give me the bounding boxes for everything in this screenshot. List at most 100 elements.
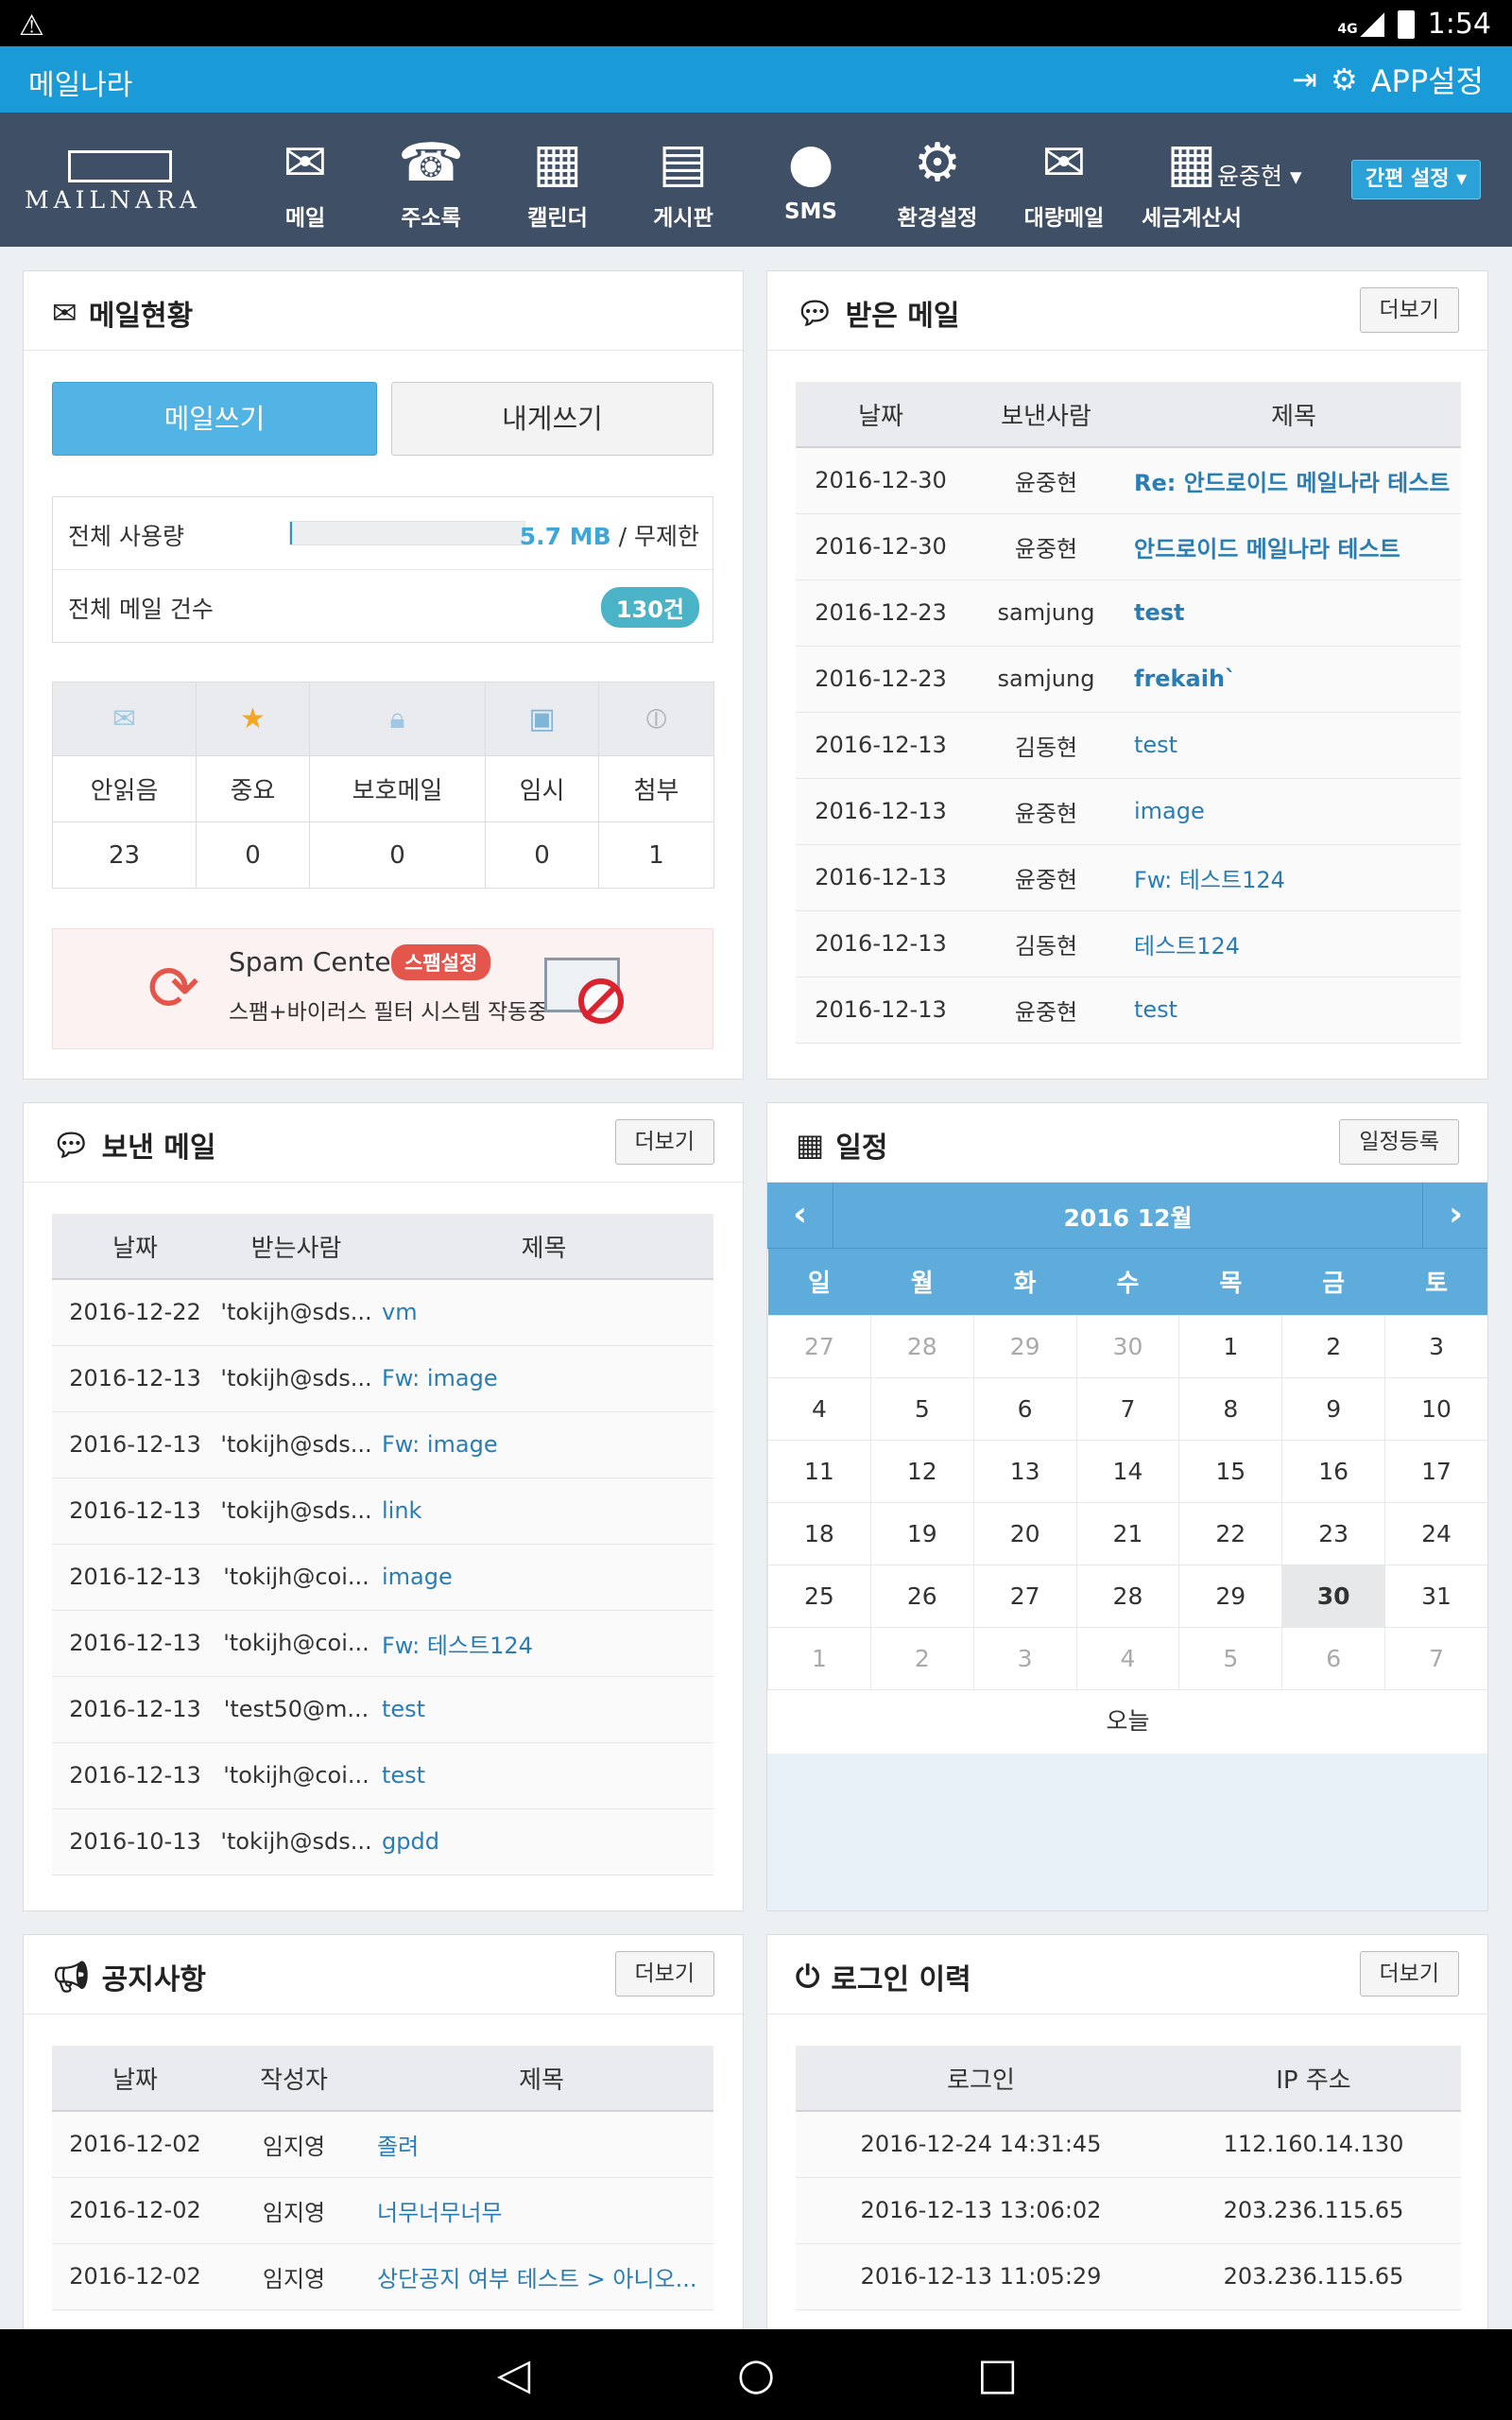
sent-row[interactable]: 2016-12-13'test50@m... test: [52, 1676, 713, 1743]
login-row[interactable]: 2016-12-13 13:06:02 203.236.115.65: [796, 2177, 1461, 2244]
gear-icon[interactable]: ⚙: [1331, 61, 1358, 97]
sent-cell-subject[interactable]: image: [374, 1544, 713, 1611]
calendar-day[interactable]: 11: [767, 1439, 871, 1503]
inbox-row[interactable]: 2016-12-13 윤중현 test: [796, 977, 1461, 1044]
sent-row[interactable]: 2016-12-13'tokijh@coi... image: [52, 1544, 713, 1611]
inbox-cell-subject[interactable]: Fw: 테스트124: [1126, 844, 1461, 911]
sent-cell-subject[interactable]: Fw: 테스트124: [374, 1610, 713, 1677]
today-button[interactable]: 오늘: [767, 1689, 1487, 1754]
quick-settings-button[interactable]: 간편 설정 ▾: [1351, 160, 1481, 199]
back-icon[interactable]: ◁: [497, 2348, 530, 2399]
inbox-row[interactable]: 2016-12-23 samjung test: [796, 579, 1461, 647]
lock-icon[interactable]: 🔒︎: [309, 682, 486, 756]
login-row[interactable]: 2016-12-24 14:31:45 112.160.14.130: [796, 2111, 1461, 2178]
notice-row[interactable]: 2016-12-02 임지영 너무너무너무: [52, 2177, 713, 2244]
sent-cell-subject[interactable]: vm: [374, 1279, 713, 1346]
calendar-day[interactable]: 29: [972, 1314, 1077, 1378]
inbox-cell-subject[interactable]: test: [1126, 712, 1461, 779]
sent-row[interactable]: 2016-12-13'tokijh@coi... test: [52, 1742, 713, 1809]
inbox-row[interactable]: 2016-12-13 김동현 test: [796, 712, 1461, 779]
calendar-day[interactable]: 5: [1178, 1626, 1283, 1690]
login-more-button[interactable]: 더보기: [1359, 1951, 1459, 1996]
inbox-cell-subject[interactable]: Re: 안드로이드 메일나라 테스트: [1126, 447, 1461, 514]
inbox-cell-subject[interactable]: test: [1126, 579, 1461, 647]
calendar-day[interactable]: 23: [1281, 1501, 1386, 1565]
calendar-day[interactable]: 28: [1075, 1564, 1180, 1628]
protected-count[interactable]: 0: [309, 821, 486, 889]
inbox-row[interactable]: 2016-12-13 김동현 테스트124: [796, 910, 1461, 977]
sent-cell-subject[interactable]: test: [374, 1676, 713, 1743]
sent-row[interactable]: 2016-10-13'tokijh@sds... gpdd: [52, 1808, 713, 1876]
nav-mail[interactable]: ✉ 메일: [244, 133, 367, 232]
add-schedule-button[interactable]: 일정등록: [1339, 1119, 1459, 1165]
calendar-day[interactable]: 13: [972, 1439, 1077, 1503]
draft-count[interactable]: 0: [485, 821, 599, 889]
inbox-cell-subject[interactable]: 테스트124: [1126, 910, 1461, 977]
user-menu[interactable]: 윤중현 ▾: [1217, 158, 1302, 192]
calendar-day[interactable]: 6: [972, 1376, 1077, 1441]
sent-cell-subject[interactable]: test: [374, 1742, 713, 1809]
sent-cell-subject[interactable]: gpdd: [374, 1808, 713, 1876]
sent-cell-subject[interactable]: Fw: image: [374, 1345, 713, 1412]
calendar-day[interactable]: 1: [1178, 1314, 1283, 1378]
calendar-day[interactable]: 7: [1075, 1376, 1180, 1441]
calendar-day-today[interactable]: 30: [1281, 1564, 1386, 1628]
inbox-cell-subject[interactable]: image: [1126, 778, 1461, 845]
sent-row[interactable]: 2016-12-13'tokijh@sds... Fw: image: [52, 1411, 713, 1478]
calendar-day[interactable]: 20: [972, 1501, 1077, 1565]
calendar-day[interactable]: 1: [767, 1626, 871, 1690]
calendar-day[interactable]: 19: [869, 1501, 974, 1565]
inbox-row[interactable]: 2016-12-30 윤중현 Re: 안드로이드 메일나라 테스트: [796, 447, 1461, 514]
calendar-day[interactable]: 7: [1384, 1626, 1487, 1690]
calendar-day[interactable]: 3: [1384, 1314, 1487, 1378]
inbox-row[interactable]: 2016-12-30 윤중현 안드로이드 메일나라 테스트: [796, 513, 1461, 580]
write-to-self-button[interactable]: 내게쓰기: [391, 382, 713, 456]
inbox-row[interactable]: 2016-12-13 윤중현 Fw: 테스트124: [796, 844, 1461, 911]
calendar-day[interactable]: 2: [1281, 1314, 1386, 1378]
calendar-day[interactable]: 25: [767, 1564, 871, 1628]
compose-button[interactable]: 메일쓰기: [52, 382, 377, 456]
logout-icon[interactable]: ⇥: [1292, 61, 1317, 97]
unread-envelope-icon[interactable]: ✉: [52, 682, 197, 756]
calendar-day[interactable]: 22: [1178, 1501, 1283, 1565]
notice-cell-subject[interactable]: 상단공지 여부 테스트 > 아니오...: [369, 2243, 713, 2310]
calendar-day[interactable]: 29: [1178, 1564, 1283, 1628]
notice-row[interactable]: 2016-12-02 임지영 졸려: [52, 2111, 713, 2178]
login-row[interactable]: 2016-12-13 11:05:29 203.236.115.65: [796, 2243, 1461, 2310]
important-count[interactable]: 0: [196, 821, 310, 889]
calendar-day[interactable]: 4: [1075, 1626, 1180, 1690]
spam-settings-button[interactable]: 스팸설정: [391, 944, 491, 980]
sent-row[interactable]: 2016-12-22'tokijh@sds... vm: [52, 1279, 713, 1346]
sent-row[interactable]: 2016-12-13'tokijh@sds... Fw: image: [52, 1345, 713, 1412]
calendar-day[interactable]: 9: [1281, 1376, 1386, 1441]
calendar-day[interactable]: 28: [869, 1314, 974, 1378]
nav-settings[interactable]: ⚙ 환경설정: [876, 133, 999, 232]
calendar-day[interactable]: 4: [767, 1376, 871, 1441]
home-icon[interactable]: ○: [737, 2348, 775, 2399]
calendar-day[interactable]: 18: [767, 1501, 871, 1565]
calendar-day[interactable]: 17: [1384, 1439, 1487, 1503]
calendar-day[interactable]: 31: [1384, 1564, 1487, 1628]
nav-board[interactable]: ▤ 게시판: [622, 133, 745, 232]
sent-cell-subject[interactable]: link: [374, 1478, 713, 1545]
sent-more-button[interactable]: 더보기: [614, 1119, 714, 1165]
inbox-row[interactable]: 2016-12-13 윤중현 image: [796, 778, 1461, 845]
calendar-day[interactable]: 8: [1178, 1376, 1283, 1441]
nav-bulk-mail[interactable]: ✉ 대량메일: [1003, 133, 1125, 232]
calendar-day[interactable]: 12: [869, 1439, 974, 1503]
app-settings-button[interactable]: APP설정: [1371, 58, 1484, 101]
notice-more-button[interactable]: 더보기: [614, 1951, 714, 1996]
attachment-icon[interactable]: ⦶: [598, 682, 714, 756]
recents-icon[interactable]: □: [977, 2348, 1018, 2399]
calendar-day[interactable]: 16: [1281, 1439, 1386, 1503]
calendar-day[interactable]: 10: [1384, 1376, 1487, 1441]
inbox-row[interactable]: 2016-12-23 samjung frekaih`: [796, 646, 1461, 713]
unread-count[interactable]: 23: [52, 821, 197, 889]
calendar-day[interactable]: 2: [869, 1626, 974, 1690]
inbox-more-button[interactable]: 더보기: [1359, 287, 1459, 333]
nav-calendar[interactable]: ▦ 캘린더: [496, 133, 619, 232]
calendar-day[interactable]: 21: [1075, 1501, 1180, 1565]
next-month-icon[interactable]: ›: [1422, 1183, 1487, 1249]
star-icon[interactable]: ★: [196, 682, 310, 756]
calendar-day[interactable]: 15: [1178, 1439, 1283, 1503]
